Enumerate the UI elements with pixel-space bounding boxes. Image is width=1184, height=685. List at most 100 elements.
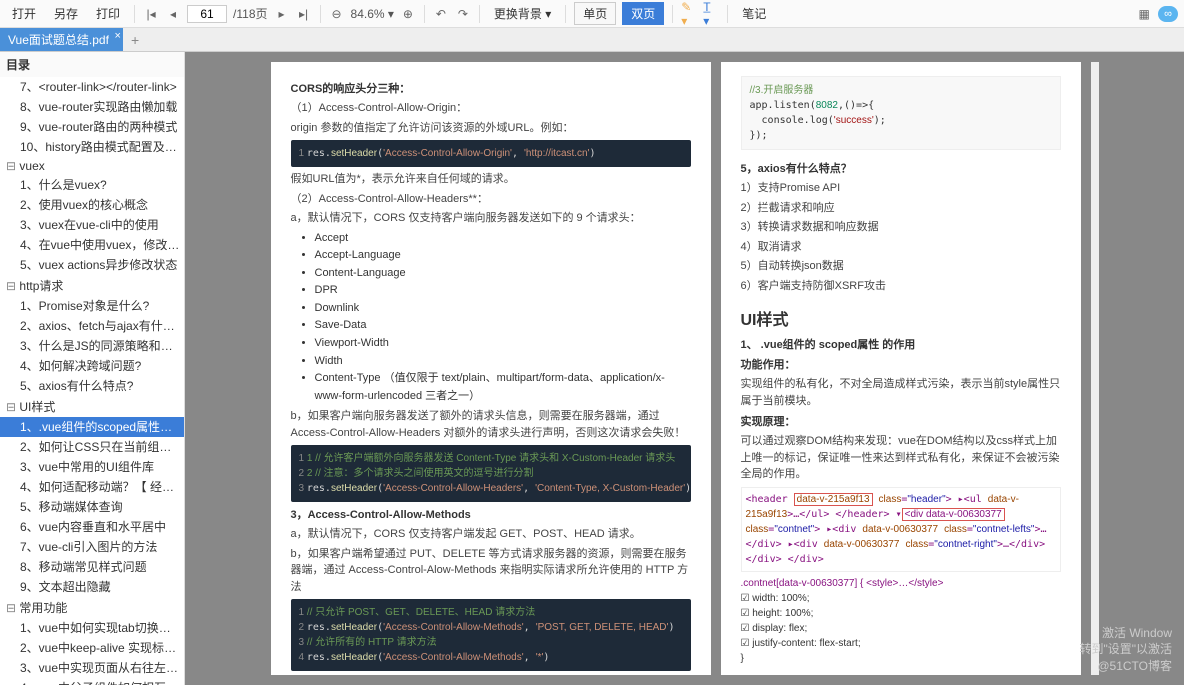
outline-item[interactable]: 2、如何让CSS只在当前组件中起作… [0, 437, 184, 457]
paragraph: 实现组件的私有化，不对全局造成样式污染，表示当前style属性只属于当前模块。 [741, 376, 1061, 409]
outline-item[interactable]: 7、vue-cli引入图片的方法 [0, 537, 184, 557]
outline-item[interactable]: 1、什么是vuex? [0, 175, 184, 195]
outline-item[interactable]: 4、如何解决跨域问题? [0, 356, 184, 376]
outline-item[interactable]: 9、vue-router路由的两种模式 [0, 117, 184, 137]
section-heading: CORS的响应头分三种： [291, 80, 691, 96]
last-page-icon[interactable]: ▸| [296, 6, 312, 22]
css-rule: } [741, 651, 1061, 666]
code-block-light: //3.开启服务器 app.listen(8082,()=>{ console.… [741, 76, 1061, 150]
paragraph: b，如果客户端希望通过 PUT、DELETE 等方式请求服务器的资源，则需要在服… [291, 546, 691, 596]
toolbar: 打开 另存 打印 |◂ ◂ /118页 ▸ ▸| ⊖ 84.6% ▾ ⊕ ↶ ↷… [0, 0, 1184, 28]
single-page-button[interactable]: 单页 [574, 2, 616, 25]
list-item: Accept-Language [315, 247, 691, 265]
open-button[interactable]: 打开 [6, 3, 42, 24]
outline-item[interactable]: UI样式 [0, 396, 184, 417]
outline-item[interactable]: 6、vue内容垂直和水平居中 [0, 517, 184, 537]
rotate-left-icon[interactable]: ↶ [433, 6, 449, 22]
paragraph: 4）取消请求 [741, 239, 1061, 256]
outline-item[interactable]: 3、什么是JS的同源策略和跨域问… [0, 336, 184, 356]
tab-bar: Vue面试题总结.pdf × + [0, 28, 1184, 52]
paragraph: a，默认情况下，CORS 仅支持客户端发起 GET、POST、HEAD 请求。 [291, 526, 691, 543]
outline-item[interactable]: 9、文本超出隐藏 [0, 577, 184, 597]
outline-item[interactable]: 3、vuex在vue-cli中的使用 [0, 215, 184, 235]
sidebar-title: 目录 [0, 52, 184, 77]
paragraph: 6）客户端支持防御XSRF攻击 [741, 278, 1061, 295]
outline-item[interactable]: 4、如何适配移动端？【 经典 】 [0, 477, 184, 497]
ai-badge[interactable]: ∞ [1158, 6, 1178, 22]
paragraph: 1）支持Promise API [741, 180, 1061, 197]
save-button[interactable]: 另存 [48, 3, 84, 24]
paragraph: 假如URL值为*，表示允许来自任何域的请求。 [291, 171, 691, 188]
double-page-button[interactable]: 双页 [622, 2, 664, 25]
zoom-out-icon[interactable]: ⊖ [329, 6, 345, 22]
notes-button[interactable]: 笔记 [736, 3, 772, 24]
prev-page-icon[interactable]: ◂ [165, 6, 181, 22]
outline-item[interactable]: 1、Promise对象是什么? [0, 296, 184, 316]
next-page-icon[interactable]: ▸ [274, 6, 290, 22]
pdf-page-left: CORS的响应头分三种： （1）Access-Control-Allow-Ori… [271, 62, 711, 675]
outline-item[interactable]: 5、移动端媒体查询 [0, 497, 184, 517]
paragraph: 可以通过观察DOM结构来发现：vue在DOM结构以及css样式上加上唯一的标记，… [741, 433, 1061, 483]
outline-item[interactable]: 3、vue中常用的UI组件库 [0, 457, 184, 477]
dom-inspector: <header data-v-215a9f13 class="header"> … [741, 487, 1061, 572]
list-item: Content-Language [315, 265, 691, 283]
code-block: 1 1 // 允许客户端额外向服务器发送 Content-Type 请求头和 X… [291, 445, 691, 502]
first-page-icon[interactable]: |◂ [143, 6, 159, 22]
outline-item[interactable]: 1、.vue组件的scoped属性的作用 [0, 417, 184, 437]
outline-item[interactable]: 8、移动端常见样式问题 [0, 557, 184, 577]
pencil-icon[interactable]: ✎ ▾ [681, 6, 697, 22]
outline-item[interactable]: 5、vuex actions异步修改状态 [0, 255, 184, 275]
page-viewport: CORS的响应头分三种： （1）Access-Control-Allow-Ori… [185, 52, 1184, 685]
paragraph: b，如果客户端向服务器发送了额外的请求头信息，则需要在服务器端，通过 Acces… [291, 408, 691, 441]
pdf-page-right: //3.开启服务器 app.listen(8082,()=>{ console.… [721, 62, 1081, 675]
bullet-list: AcceptAccept-LanguageContent-LanguageDPR… [315, 230, 691, 406]
list-item: Width [315, 353, 691, 371]
sub-heading: 功能作用： [741, 356, 1061, 372]
outline-item[interactable]: 2、vue中keep-alive 实现标签页… [0, 638, 184, 658]
list-item: Downlink [315, 300, 691, 318]
zoom-in-icon[interactable]: ⊕ [400, 6, 416, 22]
scrollbar[interactable] [1091, 62, 1099, 675]
paragraph: 2）拦截请求和响应 [741, 200, 1061, 217]
list-item: Content-Type （值仅限于 text/plain、multipart/… [315, 370, 691, 405]
page-input[interactable] [187, 5, 227, 23]
text-tool-icon[interactable]: T̲ ▾ [703, 6, 719, 22]
outline-item[interactable]: 7、<router-link></router-link> [0, 77, 184, 97]
list-item: Viewport-Width [315, 335, 691, 353]
file-tab[interactable]: Vue面试题总结.pdf × [0, 28, 123, 51]
section-heading: 1、 .vue组件的 scoped属性 的作用 [741, 336, 1061, 352]
css-rule: ☑ height: 100%; [741, 606, 1061, 621]
zoom-level: 84.6% ▾ [351, 7, 394, 21]
close-tab-icon[interactable]: × [115, 30, 121, 42]
outline-item[interactable]: vuex [0, 157, 184, 175]
list-item: Save-Data [315, 317, 691, 335]
paragraph: origin 参数的值指定了允许访问该资源的外域URL。例如： [291, 120, 691, 137]
add-tab-button[interactable]: + [123, 32, 147, 48]
code-block: 1 // 只允许 POST、GET、DELETE、HEAD 请求方法 2 res… [291, 599, 691, 671]
outline-item[interactable]: 8、vue-router实现路由懒加载 [0, 97, 184, 117]
paragraph: （1）Access-Control-Allow-Origin： [291, 100, 691, 117]
section-heading: 5，axios有什么特点？ [741, 160, 1061, 176]
outline-item[interactable]: 5、axios有什么特点? [0, 376, 184, 396]
outline-item[interactable]: 4、在vue中使用vuex，修改state… [0, 235, 184, 255]
outline-sidebar: 目录 7、<router-link></router-link>8、vue-ro… [0, 52, 185, 685]
outline-item[interactable]: http请求 [0, 275, 184, 296]
outline-item[interactable]: 常用功能 [0, 597, 184, 618]
print-button[interactable]: 打印 [90, 3, 126, 24]
css-inspector: .contnet[data-v-00630377] { <style>…</st… [741, 576, 1061, 666]
css-rule: ☑ display: flex; [741, 621, 1061, 636]
outline-item[interactable]: 2、使用vuex的核心概念 [0, 195, 184, 215]
outline-item[interactable]: 3、vue中实现页面从右往左侧滑入… [0, 658, 184, 678]
section-heading: 3，Access-Control-Allow-Methods [291, 506, 691, 522]
outline-item[interactable]: 10、history路由模式配置及后台… [0, 137, 184, 157]
sub-heading: 实现原理： [741, 413, 1061, 429]
outline-item[interactable]: 2、axios、fetch与ajax有什么区别 [0, 316, 184, 336]
code-block: 1 res.setHeader('Access-Control-Allow-Or… [291, 140, 691, 167]
rotate-right-icon[interactable]: ↷ [455, 6, 471, 22]
outline-item[interactable]: 4、vue中父子组件如何相互调用方… [0, 678, 184, 685]
paragraph: a，默认情况下，CORS 仅支持客户端向服务器发送如下的 9 个请求头： [291, 210, 691, 227]
change-bg-select[interactable]: 更换背景 ▾ [488, 3, 557, 24]
outline-item[interactable]: 1、vue中如何实现tab切换功能? [0, 618, 184, 638]
chapter-heading: UI样式 [741, 306, 1061, 330]
grid-icon[interactable]: ▦ [1136, 6, 1152, 22]
